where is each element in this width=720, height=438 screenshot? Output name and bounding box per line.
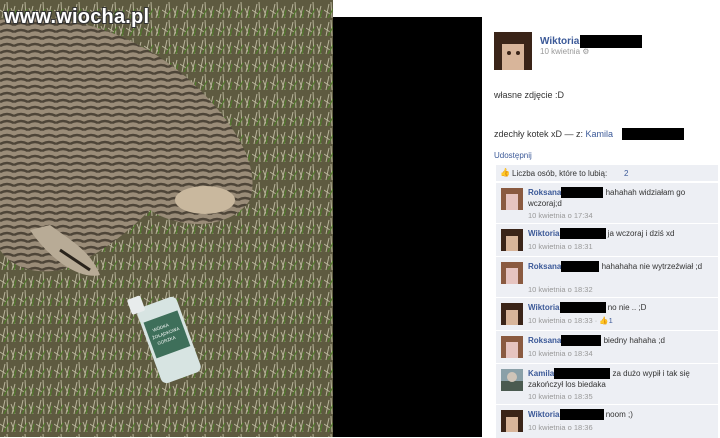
comment-text: biedny hahaha ;d (603, 336, 665, 345)
commenter-name-link[interactable]: Roksana (528, 336, 561, 345)
comment: Roksana hahahah widziałam go wczoraj;d 1… (496, 182, 718, 223)
comment-text: no nie .. ;D (607, 303, 647, 312)
commenter-avatar[interactable] (501, 336, 523, 358)
comment-timestamp[interactable]: 10 kwietnia o 18:34 (528, 349, 593, 358)
owner-name-link[interactable]: Wiktoria (540, 36, 579, 47)
comment-text: ja wczoraj i dziś xd (607, 229, 675, 238)
comment-body: Wiktoria ja wczoraj i dziś xd (528, 228, 716, 240)
commenter-name-link[interactable]: Wiktoria (528, 303, 560, 312)
redaction-bar (554, 368, 611, 380)
comment: Wiktoria ja wczoraj i dziś xd 10 kwietni… (496, 223, 718, 256)
comment: Wiktoria no nie .. ;D 10 kwietnia o 18:3… (496, 297, 718, 330)
commenter-avatar[interactable] (501, 410, 523, 432)
post-timestamp[interactable]: 10 kwietnia ⚙ (540, 47, 589, 56)
comment: Roksana biedny hahaha ;d 10 kwietnia o 1… (496, 330, 718, 363)
comment: Wiktoria noom ;) 10 kwietnia o 18:36 (496, 404, 718, 438)
photo-sidebar: Wiktoria 10 kwietnia ⚙ własne zdjęcie :D… (482, 17, 720, 438)
redaction-bar (559, 302, 606, 314)
commenter-name-link[interactable]: Roksana (528, 188, 561, 197)
commenter-avatar[interactable] (501, 369, 523, 391)
post-caption: własne zdjęcie :D (494, 90, 565, 100)
commenter-name-link[interactable]: Wiktoria (528, 410, 560, 419)
comment: Kamila za dużo wypił i tak się zakończył… (496, 363, 718, 404)
redaction-bar (559, 409, 604, 421)
redaction-bar (622, 128, 684, 140)
comment-body: Kamila za dużo wypił i tak się zakończył… (528, 368, 716, 390)
comment: Roksana hahahaha nie wytrzeźwiał ;d 10 k… (496, 256, 718, 297)
thumbs-up-icon: 👍 (500, 168, 510, 177)
post-timestamp-text: 10 kwietnia (540, 47, 581, 56)
comment-timestamp: 10 kwietnia o 18:33 · 👍1 (528, 316, 613, 325)
likes-bar: 👍 Liczba osób, które to lubią: 2 (496, 165, 718, 181)
redaction-bar (559, 228, 606, 240)
comment-timestamp[interactable]: 10 kwietnia o 17:34 (528, 211, 593, 220)
comment-timestamp[interactable]: 10 kwietnia o 18:31 (528, 242, 593, 251)
commenter-avatar[interactable] (501, 303, 523, 325)
comment-timestamp[interactable]: 10 kwietnia o 18:36 (528, 423, 593, 432)
comment-body: Wiktoria no nie .. ;D (528, 302, 716, 314)
redaction-bar (561, 335, 602, 347)
comment-text: noom ;) (605, 410, 633, 419)
likes-label: Liczba osób, które to lubią: (512, 169, 608, 178)
commenter-name-link[interactable]: Wiktoria (528, 229, 560, 238)
post-description-text: zdechły kotek xD — z: (494, 129, 584, 139)
commenter-name-link[interactable]: Kamila (528, 369, 554, 378)
comment-text: hahahaha nie wytrzeźwiał ;d (601, 262, 703, 271)
redaction-bar (561, 261, 600, 273)
comment-body: Roksana hahahaha nie wytrzeźwiał ;d (528, 261, 716, 273)
share-link[interactable]: Udostępnij (494, 151, 532, 160)
tagged-person-link[interactable]: Kamila (586, 129, 614, 139)
post-photo[interactable]: WÓDKA ŻOŁĄDKOWA GORZKA www.wiocha.pl (0, 0, 333, 437)
owner-avatar[interactable] (494, 32, 532, 70)
watermark: www.wiocha.pl (4, 6, 150, 28)
comment-body: Wiktoria noom ;) (528, 409, 716, 421)
comment-timestamp-link[interactable]: 10 kwietnia o 18:33 · (528, 316, 597, 325)
comment-body: Roksana hahahah widziałam go wczoraj;d (528, 187, 716, 209)
commenter-avatar[interactable] (501, 262, 523, 284)
commenter-name-link[interactable]: Roksana (528, 262, 561, 271)
privacy-icon: ⚙ (582, 47, 590, 56)
comment-like-icon[interactable]: 👍 (599, 316, 608, 325)
likes-count-link[interactable]: 2 (624, 169, 628, 178)
comment-timestamp[interactable]: 10 kwietnia o 18:32 (528, 285, 593, 294)
post-description: zdechły kotek xD — z: Kamila (494, 129, 613, 139)
commenter-avatar[interactable] (501, 229, 523, 251)
comment-timestamp[interactable]: 10 kwietnia o 18:35 (528, 392, 593, 401)
comment-like-count[interactable]: 1 (609, 316, 613, 325)
commenter-avatar[interactable] (501, 188, 523, 210)
photo-letterbox (333, 17, 482, 437)
comment-body: Roksana biedny hahaha ;d (528, 335, 716, 347)
cat-photo-image: WÓDKA ŻOŁĄDKOWA GORZKA (0, 0, 333, 437)
redaction-bar (561, 187, 604, 199)
